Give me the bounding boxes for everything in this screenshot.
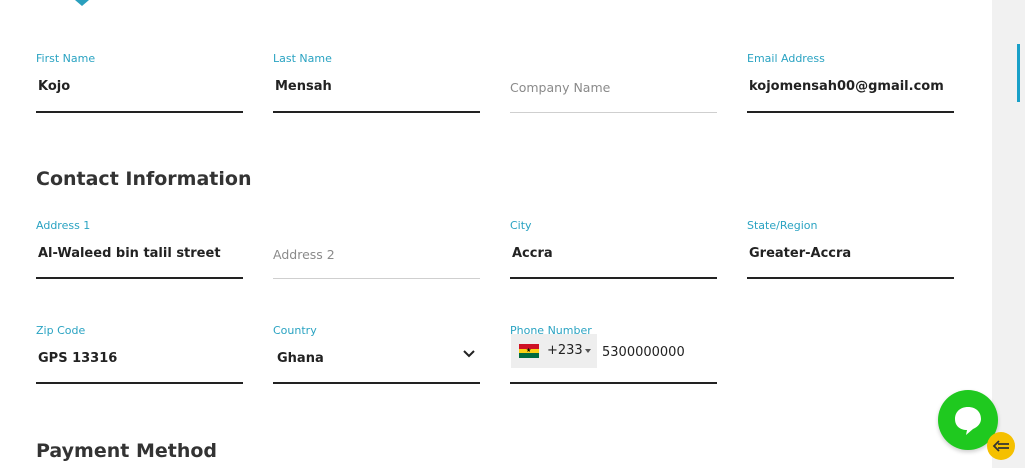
address2-field[interactable]: Address 2 bbox=[273, 219, 480, 281]
last-name-label: Last Name bbox=[273, 52, 332, 65]
first-name-label: First Name bbox=[36, 52, 96, 65]
dial-code-arrow-icon bbox=[585, 349, 591, 353]
chevron-down-icon[interactable] bbox=[462, 347, 476, 361]
scrollbar-thumb[interactable] bbox=[1017, 44, 1020, 102]
state-region-value[interactable]: Greater-Accra bbox=[749, 246, 851, 261]
first-name-field[interactable]: First Name Kojo bbox=[36, 52, 243, 114]
city-field[interactable]: City Accra bbox=[510, 219, 717, 281]
phone-number-value[interactable]: 5300000000 bbox=[602, 345, 685, 360]
last-name-value[interactable]: Mensah bbox=[275, 79, 332, 94]
email-value[interactable]: kojomensah00@gmail.com bbox=[749, 79, 944, 94]
phone-number-underline bbox=[510, 382, 717, 384]
country-label: Country bbox=[273, 324, 317, 337]
checkout-form: First Name Kojo Last Name Mensah Company… bbox=[0, 0, 992, 468]
address2-placeholder[interactable]: Address 2 bbox=[273, 247, 335, 262]
collapse-widget-button[interactable] bbox=[987, 432, 1015, 460]
address1-value[interactable]: Al-Waleed bin talil street bbox=[38, 246, 221, 261]
first-name-value[interactable]: Kojo bbox=[38, 79, 70, 94]
scrollbar-track[interactable] bbox=[992, 0, 1025, 468]
last-name-field[interactable]: Last Name Mensah bbox=[273, 52, 480, 114]
collapse-arrow-icon bbox=[992, 440, 1009, 452]
chat-bubble-icon bbox=[955, 407, 981, 435]
company-name-underline bbox=[510, 112, 717, 113]
address2-underline bbox=[273, 278, 480, 279]
tab-indicator-caret bbox=[75, 0, 89, 6]
dial-code: +233 bbox=[547, 343, 583, 358]
company-name-placeholder[interactable]: Company Name bbox=[510, 80, 610, 95]
address1-label: Address 1 bbox=[36, 219, 91, 232]
zip-code-value[interactable]: GPS 13316 bbox=[38, 351, 117, 366]
address1-field[interactable]: Address 1 Al-Waleed bin talil street bbox=[36, 219, 243, 281]
country-select[interactable]: Country Ghana bbox=[273, 324, 480, 386]
email-underline bbox=[747, 111, 954, 113]
phone-number-field[interactable]: Phone Number ★ +233 5300000000 bbox=[510, 324, 717, 386]
zip-code-label: Zip Code bbox=[36, 324, 86, 337]
contact-information-heading: Contact Information bbox=[36, 168, 252, 190]
payment-method-heading: Payment Method bbox=[36, 440, 218, 462]
first-name-underline bbox=[36, 111, 243, 113]
company-name-field[interactable]: Company Name bbox=[510, 52, 717, 114]
email-label: Email Address bbox=[747, 52, 825, 65]
zip-code-field[interactable]: Zip Code GPS 13316 bbox=[36, 324, 243, 386]
state-region-underline bbox=[747, 277, 954, 279]
country-code-selector[interactable]: ★ +233 bbox=[511, 334, 597, 368]
last-name-underline bbox=[273, 111, 480, 113]
ghana-flag-icon: ★ bbox=[519, 344, 539, 358]
city-underline bbox=[510, 277, 717, 279]
country-value[interactable]: Ghana bbox=[277, 351, 324, 366]
zip-code-underline bbox=[36, 382, 243, 384]
state-region-label: State/Region bbox=[747, 219, 818, 232]
country-underline bbox=[273, 382, 480, 384]
email-field[interactable]: Email Address kojomensah00@gmail.com bbox=[747, 52, 954, 114]
city-value[interactable]: Accra bbox=[512, 246, 553, 261]
city-label: City bbox=[510, 219, 532, 232]
state-region-field[interactable]: State/Region Greater-Accra bbox=[747, 219, 954, 281]
address1-underline bbox=[36, 277, 243, 279]
